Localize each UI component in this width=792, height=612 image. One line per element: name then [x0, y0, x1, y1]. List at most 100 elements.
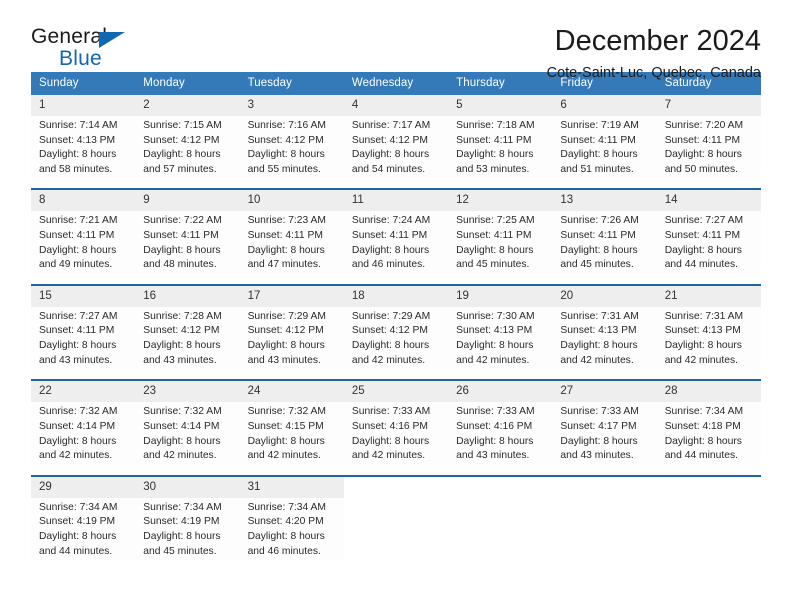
- day-cell-number[interactable]: 14: [656, 190, 761, 212]
- day-cell-empty: [343, 476, 449, 498]
- daylight-text-line2: and 42 minutes.: [664, 354, 738, 366]
- sunrise-text: Sunrise: 7:27 AM: [664, 215, 744, 227]
- daylight-text-line1: Daylight: 8 hours: [39, 435, 117, 447]
- daylight-text-line1: Daylight: 8 hours: [247, 244, 325, 256]
- week-row-details: Sunrise: 7:14 AM Sunset: 4:13 PM Dayligh…: [31, 116, 761, 180]
- day-cell-number[interactable]: 11: [343, 190, 449, 212]
- day-cell-number[interactable]: 20: [552, 285, 657, 307]
- day-cell-number[interactable]: 3: [239, 95, 344, 116]
- day-cell-number[interactable]: 18: [343, 285, 449, 307]
- day-cell-number[interactable]: 26: [448, 381, 553, 403]
- day-cell-number[interactable]: 4: [343, 95, 449, 116]
- sunset-text: Sunset: 4:12 PM: [247, 134, 324, 146]
- day-cell-number[interactable]: 5: [448, 95, 553, 116]
- week-row-daynumbers: 29 30 31: [31, 476, 761, 498]
- day-cell-number[interactable]: 9: [135, 190, 240, 212]
- day-cell-details: Sunrise: 7:30 AM Sunset: 4:13 PM Dayligh…: [448, 306, 553, 371]
- daylight-text-line1: Daylight: 8 hours: [143, 530, 221, 542]
- sunset-text: Sunset: 4:13 PM: [456, 325, 533, 337]
- sunset-text: Sunset: 4:18 PM: [664, 420, 741, 432]
- day-cell-number[interactable]: 1: [31, 95, 136, 116]
- day-cell-details: Sunrise: 7:17 AM Sunset: 4:12 PM Dayligh…: [343, 116, 449, 180]
- day-cell-details: Sunrise: 7:33 AM Sunset: 4:16 PM Dayligh…: [448, 402, 553, 466]
- column-header-monday: Monday: [135, 72, 240, 95]
- daylight-text-line1: Daylight: 8 hours: [247, 340, 325, 352]
- day-cell-number[interactable]: 6: [552, 95, 657, 116]
- day-cell-number[interactable]: 17: [239, 285, 344, 307]
- day-cell-details: Sunrise: 7:19 AM Sunset: 4:11 PM Dayligh…: [552, 116, 657, 180]
- daylight-text-line1: Daylight: 8 hours: [247, 530, 325, 542]
- daylight-text-line2: and 43 minutes.: [560, 450, 634, 462]
- day-cell-details: Sunrise: 7:15 AM Sunset: 4:12 PM Dayligh…: [135, 116, 240, 180]
- day-cell-details: Sunrise: 7:14 AM Sunset: 4:13 PM Dayligh…: [31, 116, 136, 180]
- daylight-text-line1: Daylight: 8 hours: [351, 149, 430, 161]
- day-cell-details: Sunrise: 7:21 AM Sunset: 4:11 PM Dayligh…: [31, 211, 136, 275]
- day-cell-number[interactable]: 13: [552, 190, 657, 212]
- day-cell-number[interactable]: 2: [135, 95, 240, 116]
- sunset-text: Sunset: 4:12 PM: [351, 134, 428, 146]
- day-cell-details: Sunrise: 7:34 AM Sunset: 4:19 PM Dayligh…: [31, 497, 136, 562]
- day-cell-number[interactable]: 16: [135, 285, 240, 307]
- day-cell-number[interactable]: 28: [656, 381, 761, 403]
- week-spacer: [31, 274, 761, 284]
- day-cell-number[interactable]: 22: [31, 381, 136, 403]
- day-cell-number[interactable]: 21: [656, 285, 761, 307]
- day-cell-number[interactable]: 8: [31, 190, 136, 212]
- day-cell-number[interactable]: 15: [31, 285, 136, 307]
- day-cell-details: Sunrise: 7:16 AM Sunset: 4:12 PM Dayligh…: [239, 116, 344, 180]
- sunrise-text: Sunrise: 7:25 AM: [456, 215, 535, 227]
- day-cell-number[interactable]: 27: [552, 381, 657, 403]
- daylight-text-line2: and 48 minutes.: [143, 259, 217, 271]
- week-row-daynumbers: 15 16 17 18 19 20 21: [31, 285, 761, 307]
- daylight-text-line1: Daylight: 8 hours: [143, 244, 221, 256]
- day-cell-number[interactable]: 7: [656, 95, 761, 116]
- day-cell-empty: [656, 476, 761, 498]
- daylight-text-line2: and 42 minutes.: [143, 450, 217, 462]
- sunrise-text: Sunrise: 7:34 AM: [143, 501, 222, 513]
- sunrise-text: Sunrise: 7:32 AM: [143, 406, 222, 418]
- daylight-text-line2: and 53 minutes.: [456, 163, 530, 175]
- daylight-text-line1: Daylight: 8 hours: [664, 340, 742, 352]
- page-header: General Blue December 2024 Cote-Saint-Lu…: [31, 0, 761, 82]
- sunset-text: Sunset: 4:13 PM: [560, 325, 637, 337]
- day-cell-details: Sunrise: 7:20 AM Sunset: 4:11 PM Dayligh…: [656, 116, 761, 180]
- daylight-text-line2: and 44 minutes.: [39, 545, 113, 557]
- sunset-text: Sunset: 4:13 PM: [664, 325, 741, 337]
- week-row-daynumbers: 8 9 10 11 12 13 14: [31, 190, 761, 212]
- daylight-text-line1: Daylight: 8 hours: [456, 340, 534, 352]
- logo-text-general: General: [31, 25, 108, 48]
- sunrise-text: Sunrise: 7:17 AM: [351, 120, 431, 131]
- day-cell-details: Sunrise: 7:31 AM Sunset: 4:13 PM Dayligh…: [552, 306, 657, 371]
- daylight-text-line1: Daylight: 8 hours: [39, 340, 117, 352]
- sunrise-text: Sunrise: 7:20 AM: [664, 120, 744, 131]
- daylight-text-line1: Daylight: 8 hours: [664, 435, 742, 447]
- sunset-text: Sunset: 4:11 PM: [664, 134, 741, 146]
- daylight-text-line2: and 43 minutes.: [143, 354, 217, 366]
- sunset-text: Sunset: 4:11 PM: [456, 230, 532, 242]
- day-cell-number[interactable]: 19: [448, 285, 553, 307]
- day-cell-number[interactable]: 12: [448, 190, 553, 212]
- week-row-daynumbers: 1 2 3 4 5 6 7: [31, 95, 761, 116]
- daylight-text-line1: Daylight: 8 hours: [351, 340, 430, 352]
- sunset-text: Sunset: 4:14 PM: [143, 420, 220, 432]
- week-spacer: [31, 370, 761, 380]
- day-cell-number[interactable]: 31: [239, 476, 344, 498]
- general-blue-logo[interactable]: General Blue: [31, 26, 151, 72]
- sunrise-text: Sunrise: 7:27 AM: [39, 310, 118, 322]
- day-cell-details: Sunrise: 7:32 AM Sunset: 4:14 PM Dayligh…: [135, 402, 240, 466]
- daylight-text-line1: Daylight: 8 hours: [143, 435, 221, 447]
- day-cell-number[interactable]: 24: [239, 381, 344, 403]
- daylight-text-line1: Daylight: 8 hours: [143, 340, 221, 352]
- sunrise-text: Sunrise: 7:29 AM: [247, 310, 326, 322]
- sunrise-text: Sunrise: 7:33 AM: [456, 406, 535, 418]
- daylight-text-line2: and 51 minutes.: [560, 163, 634, 175]
- day-cell-number[interactable]: 25: [343, 381, 449, 403]
- sunrise-text: Sunrise: 7:32 AM: [247, 406, 326, 418]
- day-cell-number[interactable]: 23: [135, 381, 240, 403]
- daylight-text-line1: Daylight: 8 hours: [351, 435, 430, 447]
- day-cell-number[interactable]: 29: [31, 476, 136, 498]
- day-cell-number[interactable]: 10: [239, 190, 344, 212]
- sunset-text: Sunset: 4:20 PM: [247, 516, 324, 528]
- day-cell-number[interactable]: 30: [135, 476, 240, 498]
- sunrise-text: Sunrise: 7:14 AM: [39, 120, 118, 131]
